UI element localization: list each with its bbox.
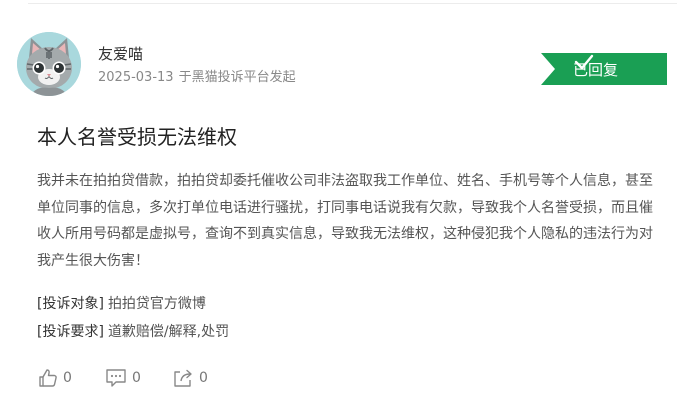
comment-count: 0 — [132, 370, 141, 386]
complaint-target-row: [投诉对象] 拍拍贷官方微博 — [37, 294, 206, 314]
thumbs-up-icon — [39, 369, 57, 387]
complaint-content: 我并未在拍拍贷借款，拍拍贷却委托催收公司非法盗取我工作单位、姓名、手机号等个人信… — [37, 173, 653, 269]
complaint-demand-row: [投诉要求] 道歉赔偿/解释,处罚 — [37, 322, 229, 342]
check-icon — [574, 54, 594, 70]
author-name[interactable]: 友爱喵 — [98, 44, 143, 64]
post-date: 2025-03-13 — [98, 70, 174, 85]
share-icon — [174, 369, 192, 387]
share-button[interactable]: 0 — [172, 366, 208, 390]
complaint-target-label: [投诉对象] — [37, 296, 104, 312]
complaint-demand-value: 道歉赔偿/解释,处罚 — [107, 324, 230, 340]
top-divider — [28, 3, 677, 4]
status-badge: 已回复 — [541, 53, 667, 85]
complaint-target-value[interactable]: 拍拍贷官方微博 — [108, 296, 206, 312]
cat-avatar-icon — [17, 32, 81, 96]
like-button[interactable]: 0 — [38, 366, 72, 390]
complaint-demand-label: [投诉要求] — [37, 324, 104, 340]
post-meta: 2025-03-13 于黑猫投诉平台发起 — [98, 69, 296, 87]
like-count: 0 — [63, 370, 72, 386]
complaint-title: 本人名誉受损无法维权 — [37, 125, 237, 149]
post-source: 于黑猫投诉平台发起 — [178, 70, 296, 85]
comment-icon — [106, 369, 126, 387]
comment-button[interactable]: 0 — [105, 366, 141, 390]
share-count: 0 — [199, 370, 208, 386]
avatar[interactable] — [17, 32, 81, 96]
